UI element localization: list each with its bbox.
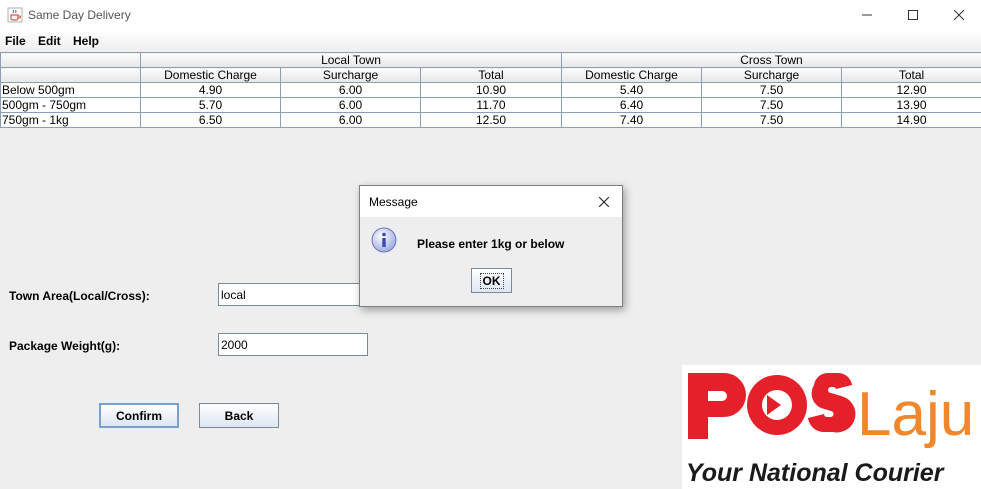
back-button[interactable]: Back — [199, 403, 279, 428]
table-cell: 7.40 — [561, 112, 702, 128]
column-header[interactable]: Surcharge — [280, 67, 421, 83]
window-titlebar: Same Day Delivery — [0, 0, 981, 30]
town-area-label: Town Area(Local/Cross): — [9, 289, 150, 303]
dialog-message: Please enter 1kg or below — [417, 237, 565, 251]
close-window-button[interactable] — [936, 0, 981, 30]
dialog-title: Message — [369, 195, 418, 209]
table-row[interactable]: 750gm - 1kg 6.50 6.00 12.50 7.40 7.50 14… — [0, 112, 981, 128]
town-area-input[interactable] — [218, 283, 368, 306]
column-header[interactable]: Total — [420, 67, 562, 83]
group-header-local-town: Local Town — [140, 52, 562, 68]
minimize-button[interactable] — [844, 0, 890, 30]
message-dialog: Message Please enter 1kg or below OK — [359, 185, 623, 307]
table-cell: 750gm - 1kg — [0, 112, 141, 128]
table-cell: 10.90 — [420, 82, 562, 98]
java-cup-icon — [7, 7, 23, 23]
table-cell: Below 500gm — [0, 82, 141, 98]
table-cell: 6.40 — [561, 97, 702, 113]
confirm-button[interactable]: Confirm — [99, 403, 179, 428]
table-cell: 7.50 — [701, 97, 842, 113]
close-icon — [954, 10, 964, 20]
table-cell: 7.50 — [701, 112, 842, 128]
menu-help[interactable]: Help — [73, 34, 99, 48]
dialog-ok-button[interactable]: OK — [471, 268, 512, 293]
table-cell: 7.50 — [701, 82, 842, 98]
column-header[interactable]: Total — [840, 67, 981, 83]
dialog-ok-label: OK — [479, 272, 504, 289]
menu-file[interactable]: File — [5, 34, 26, 48]
table-cell: 13.90 — [840, 97, 981, 113]
pos-laju-logo-image: Laju Your National Courier — [686, 372, 974, 487]
table-row[interactable]: 500gm - 750gm 5.70 6.00 11.70 6.40 7.50 … — [0, 97, 981, 113]
table-row[interactable]: Below 500gm 4.90 6.00 10.90 5.40 7.50 12… — [0, 82, 981, 98]
pos-laju-logo: Laju Your National Courier — [682, 365, 981, 489]
table-cell: 5.70 — [140, 97, 281, 113]
rates-table-container: Local Town Cross Town Domestic Charge Su… — [0, 52, 981, 145]
dialog-titlebar: Message — [360, 186, 622, 217]
table-cell: 6.00 — [280, 82, 421, 98]
table-cell: 500gm - 750gm — [0, 97, 141, 113]
table-cell: 6.00 — [280, 112, 421, 128]
table-cell: 4.90 — [140, 82, 281, 98]
table-cell: 6.00 — [280, 97, 421, 113]
table-cell: 6.50 — [140, 112, 281, 128]
group-header-cross-town: Cross Town — [560, 52, 981, 68]
maximize-button[interactable] — [890, 0, 936, 30]
column-header[interactable]: Domestic Charge — [561, 67, 702, 83]
rates-table[interactable]: Local Town Cross Town Domestic Charge Su… — [0, 52, 981, 128]
column-header[interactable]: Surcharge — [701, 67, 842, 83]
window-title: Same Day Delivery — [28, 8, 131, 22]
logo-laju-text: Laju — [857, 380, 974, 449]
group-header-blank — [0, 52, 141, 68]
column-header[interactable] — [0, 67, 141, 83]
menu-bar: File Edit Help — [0, 30, 981, 52]
close-icon — [599, 196, 609, 207]
table-cell: 12.50 — [420, 112, 562, 128]
package-weight-label: Package Weight(g): — [9, 339, 121, 353]
info-icon — [371, 227, 397, 253]
column-header[interactable]: Domestic Charge — [140, 67, 281, 83]
dialog-close-button[interactable] — [586, 186, 622, 217]
maximize-icon — [908, 10, 918, 20]
table-cell: 14.90 — [840, 112, 981, 128]
minimize-icon — [862, 14, 872, 16]
logo-tagline: Your National Courier — [686, 459, 945, 487]
menu-edit[interactable]: Edit — [38, 34, 61, 48]
table-cell: 5.40 — [561, 82, 702, 98]
table-cell: 11.70 — [420, 97, 562, 113]
table-cell: 12.90 — [840, 82, 981, 98]
package-weight-input[interactable] — [218, 333, 368, 356]
